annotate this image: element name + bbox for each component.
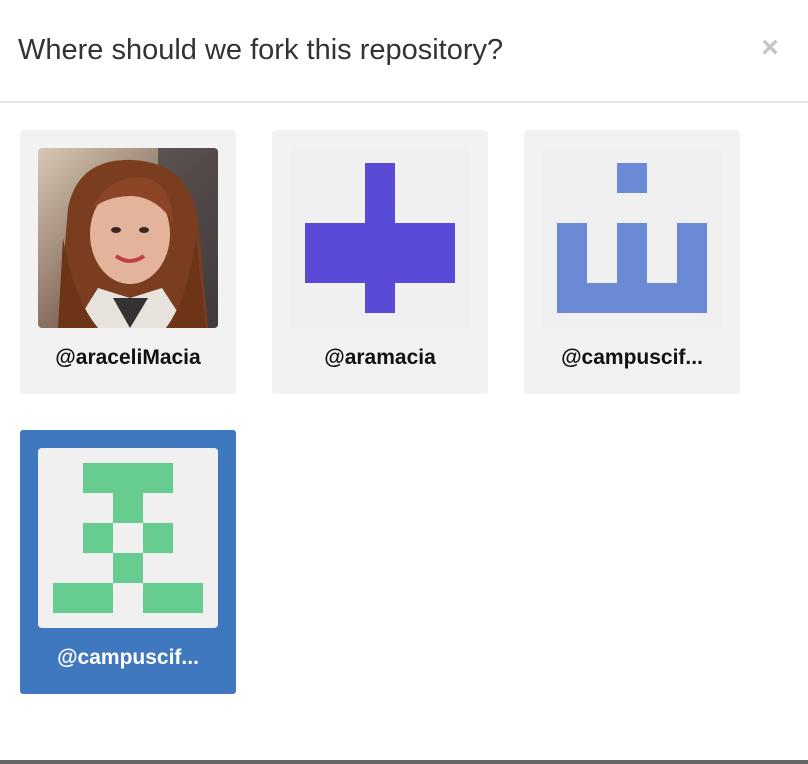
avatar — [38, 148, 218, 328]
account-handle: @campuscif... — [57, 646, 199, 669]
account-card-araceliMacia[interactable]: @araceliMacia — [20, 130, 236, 394]
account-card-campuscif-2[interactable]: @campuscif... — [20, 430, 236, 694]
fork-dialog: Where should we fork this repository? × — [0, 0, 808, 764]
identicon-plus-icon — [290, 148, 470, 328]
dialog-title: Where should we fork this repository? — [18, 34, 504, 66]
avatar — [38, 448, 218, 628]
account-card-aramacia[interactable]: @aramacia — [272, 130, 488, 394]
profile-photo-icon — [38, 148, 218, 328]
identicon-green-icon — [38, 448, 218, 628]
account-handle: @araceliMacia — [55, 346, 201, 369]
dialog-header: Where should we fork this repository? × — [0, 0, 808, 103]
avatar — [542, 148, 722, 328]
identicon-blue-icon — [542, 148, 722, 328]
account-handle: @campuscif... — [561, 346, 703, 369]
avatar — [290, 148, 470, 328]
account-handle: @aramacia — [324, 346, 436, 369]
account-card-campuscif-1[interactable]: @campuscif... — [524, 130, 740, 394]
close-icon[interactable]: × — [756, 32, 784, 64]
